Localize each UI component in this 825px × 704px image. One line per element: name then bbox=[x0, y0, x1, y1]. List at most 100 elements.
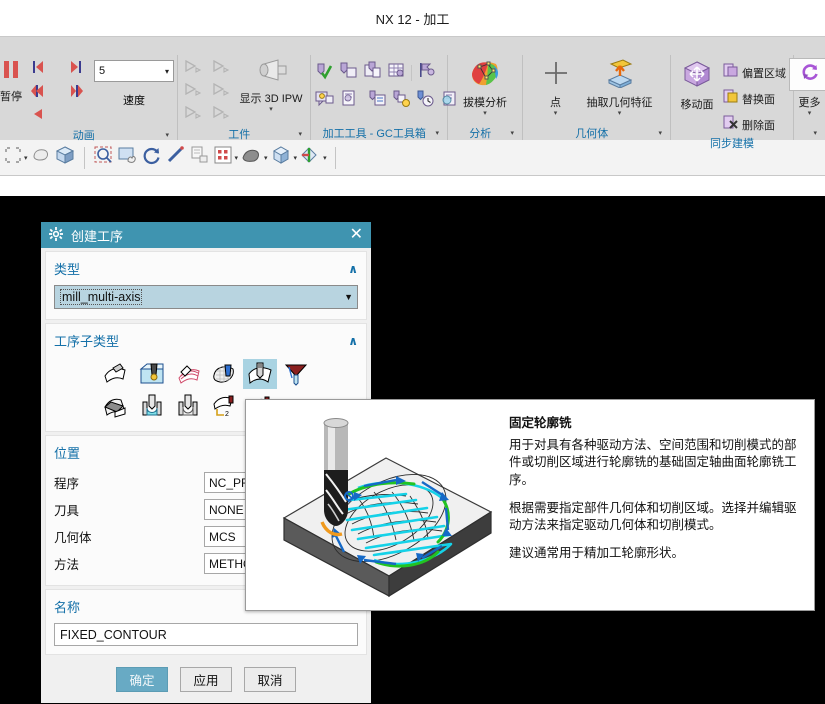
shading-mode-button[interactable]: ▾ bbox=[240, 145, 268, 170]
chevron-down-icon[interactable]: ▾ bbox=[269, 106, 273, 113]
type-section-header[interactable]: 类型 ∧ bbox=[54, 256, 358, 283]
delete-face-label: 删除面 bbox=[742, 119, 775, 132]
replace-face-button[interactable]: 替换面 bbox=[721, 87, 788, 110]
view-layout-button[interactable]: ▾ bbox=[213, 145, 239, 170]
tool-settings-icon[interactable] bbox=[392, 89, 411, 113]
pause-label: 暂停 bbox=[0, 91, 22, 103]
name-input[interactable]: FIXED_CONTOUR bbox=[54, 623, 358, 646]
subtype-tube-rough[interactable] bbox=[135, 391, 169, 421]
tool-copy-icon[interactable] bbox=[363, 61, 382, 85]
tool-flag-icon[interactable] bbox=[417, 61, 436, 85]
select-filter-button[interactable]: ▾ bbox=[4, 146, 28, 169]
subtype-fixed-contour[interactable] bbox=[243, 359, 277, 389]
ribbon: 暂停 5 ▾ 速度 动画 ▾ 显示 3D IPW ▾ 工件 ▾ 加工工具 - G… bbox=[0, 36, 825, 150]
type-combo[interactable]: mill_multi-axis ▼ bbox=[54, 285, 358, 309]
view-orientation-button[interactable]: ▾ bbox=[270, 145, 298, 170]
rotate-icon[interactable] bbox=[141, 145, 163, 170]
chevron-down-icon[interactable]: ▾ bbox=[298, 130, 302, 138]
subtype-streamline[interactable] bbox=[171, 359, 205, 389]
subtype-section-label: 工序子类型 bbox=[54, 334, 120, 349]
subtype-flowcut[interactable] bbox=[99, 391, 133, 421]
chevron-down-icon[interactable]: ▾ bbox=[294, 154, 298, 162]
chevron-down-icon[interactable]: ▼ bbox=[338, 292, 353, 302]
chevron-down-icon[interactable]: ▾ bbox=[235, 154, 239, 162]
ribbon-group-animation-header: 动画 ▾ bbox=[4, 127, 173, 142]
ribbon-group-synchronous-modeling: 移动面 偏置区域 替换面 删除面 同步建模 bbox=[671, 55, 794, 150]
close-icon[interactable]: ✕ bbox=[350, 227, 363, 243]
speed-value: 5 bbox=[99, 65, 106, 77]
chevron-down-icon[interactable]: ▾ bbox=[510, 129, 514, 137]
wcs-icon bbox=[299, 145, 321, 170]
pause-button[interactable]: 暂停 bbox=[0, 57, 26, 105]
subtype-contour-profile[interactable] bbox=[135, 359, 169, 389]
subtype-section-header[interactable]: 工序子类型 ∧ bbox=[54, 328, 358, 355]
point-label: 点 bbox=[550, 97, 561, 109]
delete-face-button[interactable]: 删除面 bbox=[721, 113, 788, 136]
extract-geometry-label: 抽取几何特征 bbox=[586, 97, 653, 109]
ipw-step-6-icon[interactable] bbox=[212, 105, 230, 126]
chevron-up-icon[interactable]: ∧ bbox=[348, 334, 358, 348]
point-icon bbox=[541, 58, 571, 93]
extract-geometry-button[interactable]: 抽取几何特征 ▾ bbox=[582, 57, 658, 118]
wcs-display-button[interactable]: ▾ bbox=[299, 145, 327, 170]
ok-button[interactable]: 确定 bbox=[116, 667, 168, 692]
step-last-icon[interactable] bbox=[68, 58, 84, 81]
draft-analysis-button[interactable]: 拔模分析 ▾ bbox=[458, 57, 512, 118]
ribbon-group-more: 更多 ▾ ▾ bbox=[788, 55, 825, 140]
pan-icon[interactable] bbox=[117, 145, 139, 170]
apply-button[interactable]: 应用 bbox=[180, 667, 232, 692]
tool-document-icon[interactable] bbox=[339, 89, 358, 113]
tool-time-icon[interactable] bbox=[416, 89, 435, 113]
check-tool-icon[interactable] bbox=[315, 61, 334, 85]
chevron-down-icon[interactable]: ▾ bbox=[264, 154, 268, 162]
ipw-step-1-icon[interactable] bbox=[184, 59, 202, 80]
ipw-step-4-icon[interactable] bbox=[212, 82, 230, 103]
point-button[interactable]: 点 ▾ bbox=[536, 57, 576, 118]
chevron-down-icon[interactable]: ▾ bbox=[658, 129, 662, 137]
app-title: NX 12 - 加工 bbox=[375, 11, 450, 27]
subtype-contour-area[interactable] bbox=[207, 359, 241, 389]
subtype-variable-contour[interactable] bbox=[99, 359, 133, 389]
chevron-down-icon[interactable]: ▾ bbox=[483, 110, 487, 117]
offset-region-label: 偏置区域 bbox=[742, 67, 786, 80]
ipw-step-5-icon[interactable] bbox=[184, 105, 202, 126]
chevron-down-icon[interactable]: ▾ bbox=[435, 129, 439, 137]
layer-visibility-icon[interactable] bbox=[189, 145, 211, 170]
more-button[interactable]: 更多 ▾ bbox=[788, 57, 825, 118]
step-forward-icon[interactable] bbox=[68, 82, 84, 105]
step-back-icon[interactable] bbox=[30, 82, 46, 105]
subtype-tube-finish[interactable] bbox=[171, 391, 205, 421]
show-3d-ipw-button[interactable]: 显示 3D IPW ▾ bbox=[236, 57, 306, 114]
offset-region-button[interactable]: 偏置区域 bbox=[721, 61, 788, 84]
dialog-titlebar: 创建工序 ✕ bbox=[41, 222, 371, 248]
ribbon-group-workpiece: 显示 3D IPW ▾ 工件 ▾ bbox=[178, 55, 311, 141]
speed-control: 5 ▾ 速度 bbox=[94, 60, 174, 108]
chevron-down-icon[interactable]: ▾ bbox=[323, 154, 327, 162]
ipw-step-2-icon[interactable] bbox=[212, 59, 230, 80]
move-face-button[interactable]: 移动面 bbox=[675, 59, 719, 113]
tool-list-icon[interactable] bbox=[368, 89, 387, 113]
chevron-down-icon[interactable]: ▾ bbox=[808, 110, 812, 117]
fit-view-icon[interactable] bbox=[165, 145, 187, 170]
chevron-down-icon[interactable]: ▾ bbox=[165, 131, 169, 139]
chevron-up-icon[interactable]: ∧ bbox=[348, 262, 358, 276]
speed-combo[interactable]: 5 ▾ bbox=[94, 60, 174, 82]
subtype-sequential-mill[interactable]: 2 bbox=[207, 391, 241, 421]
ipw-step-3-icon[interactable] bbox=[184, 82, 202, 103]
chevron-down-icon[interactable]: ▾ bbox=[554, 110, 558, 117]
shaded-view-icon[interactable] bbox=[30, 145, 52, 170]
extract-geometry-icon bbox=[603, 58, 637, 93]
subtype-plunge-mill[interactable] bbox=[279, 359, 313, 389]
chevron-down-icon[interactable]: ▾ bbox=[813, 129, 817, 137]
chevron-down-icon[interactable]: ▾ bbox=[24, 154, 28, 162]
play-back-icon[interactable] bbox=[30, 106, 46, 127]
chevron-down-icon[interactable]: ▾ bbox=[618, 110, 622, 117]
step-first-icon[interactable] bbox=[30, 58, 46, 81]
tool-table-icon[interactable] bbox=[387, 61, 406, 85]
cancel-button[interactable]: 取消 bbox=[244, 667, 296, 692]
tool-annotate-icon[interactable] bbox=[315, 89, 334, 113]
render-style-icon[interactable] bbox=[54, 145, 76, 170]
ribbon-group-geometry-header: 几何体 ▾ bbox=[527, 125, 666, 140]
tool-create-icon[interactable] bbox=[339, 61, 358, 85]
zoom-window-icon[interactable] bbox=[93, 145, 115, 170]
